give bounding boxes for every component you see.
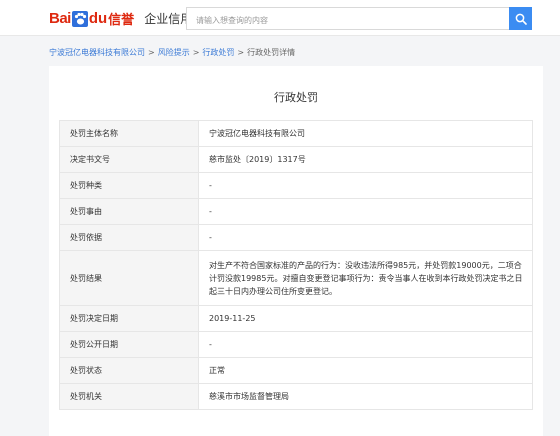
site-title: 企业信用 — [144, 12, 193, 26]
search-icon — [515, 13, 527, 25]
penalty-detail-table: 处罚主体名称 宁波冠亿电器科技有限公司 决定书文号 慈市监处〔2019〕1317… — [59, 120, 533, 410]
card-title: 行政处罚 — [274, 91, 318, 104]
breadcrumb: 宁波冠亿电器科技有限公司 > 风险提示 > 行政处罚 > 行政处罚详情 — [49, 47, 295, 58]
penalty-detail-card: 行政处罚 处罚主体名称 宁波冠亿电器科技有限公司 决定书文号 慈市监处〔2019… — [49, 66, 543, 436]
row-label: 处罚种类 — [59, 172, 199, 199]
search-input[interactable] — [187, 10, 507, 31]
table-row: 决定书文号 慈市监处〔2019〕1317号 — [59, 146, 533, 173]
breadcrumb-company-link[interactable]: 宁波冠亿电器科技有限公司 — [49, 48, 145, 57]
row-value: 慈市监处〔2019〕1317号 — [198, 146, 533, 173]
row-label: 决定书文号 — [59, 146, 199, 173]
table-row: 处罚主体名称 宁波冠亿电器科技有限公司 — [59, 120, 533, 147]
row-label: 处罚决定日期 — [59, 305, 199, 332]
row-value: - — [198, 198, 533, 225]
row-label: 处罚公开日期 — [59, 331, 199, 358]
table-row: 处罚依据 - — [59, 224, 533, 251]
breadcrumb-penalty-link[interactable]: 行政处罚 — [202, 48, 234, 57]
table-row: 处罚公开日期 - — [59, 331, 533, 358]
breadcrumb-separator: > — [148, 48, 155, 57]
table-row: 处罚决定日期 2019-11-25 — [59, 305, 533, 332]
row-label: 处罚状态 — [59, 357, 199, 384]
row-label: 处罚事由 — [59, 198, 199, 225]
row-value: - — [198, 331, 533, 358]
breadcrumb-current: 行政处罚详情 — [247, 48, 296, 57]
row-label: 处罚依据 — [59, 224, 199, 251]
table-row: 处罚结果 对生产不符合国家标准的产品的行为：没收违法所得985元，并处罚款190… — [59, 250, 533, 306]
row-label: 处罚结果 — [59, 250, 199, 306]
top-header: Bai du 信誉 企业信用 — [0, 0, 560, 36]
row-value: 正常 — [198, 357, 533, 384]
logo-text-xinyu: 信誉 — [108, 13, 135, 28]
row-label: 处罚机关 — [59, 383, 199, 410]
row-value: - — [198, 224, 533, 251]
row-value: 2019-11-25 — [198, 305, 533, 332]
logo-text-bai: Bai — [49, 10, 71, 27]
table-row: 处罚机关 慈溪市市场监督管理局 — [59, 383, 533, 410]
row-value: - — [198, 172, 533, 199]
table-row: 处罚事由 - — [59, 198, 533, 225]
table-row: 处罚状态 正常 — [59, 357, 533, 384]
breadcrumb-risk-link[interactable]: 风险提示 — [158, 48, 190, 57]
breadcrumb-separator: > — [192, 48, 200, 57]
breadcrumb-separator: > — [237, 48, 245, 57]
table-row: 处罚种类 - — [59, 172, 533, 199]
row-value: 对生产不符合国家标准的产品的行为：没收违法所得985元，并处罚款19000元，二… — [198, 250, 533, 306]
row-value: 宁波冠亿电器科技有限公司 — [198, 120, 533, 147]
baidu-xinyu-logo[interactable]: Bai du 信誉 企业信用 — [49, 9, 192, 28]
search-box — [186, 7, 532, 31]
paw-icon — [71, 10, 88, 27]
row-label: 处罚主体名称 — [59, 120, 199, 147]
search-button[interactable] — [509, 7, 532, 30]
row-value: 慈溪市市场监督管理局 — [198, 383, 533, 410]
logo-text-du: du — [88, 10, 108, 27]
